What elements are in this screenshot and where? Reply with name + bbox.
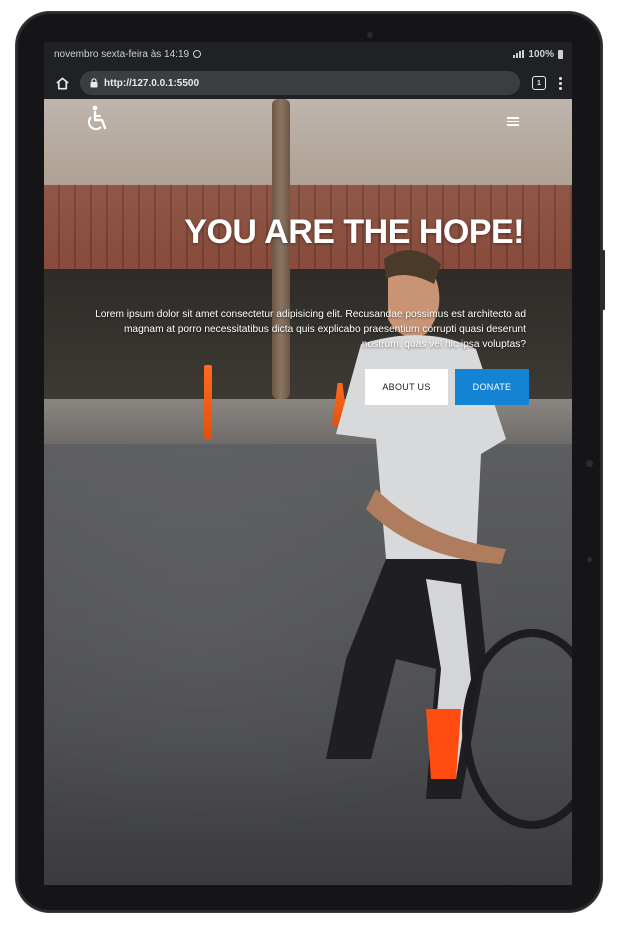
sensor-dot [586, 460, 593, 467]
front-camera [367, 32, 373, 38]
hero-title: YOU ARE THE HOPE! [184, 213, 524, 251]
menu-kebab-icon[interactable] [554, 76, 566, 90]
screen: novembro sexta-feira às 14:19 100% http:… [44, 42, 572, 885]
browser-toolbar: http://127.0.0.1:5500 1 [44, 66, 572, 100]
url-text: http://127.0.0.1:5500 [104, 77, 200, 89]
traffic-pole [204, 365, 212, 439]
volume-button [602, 250, 605, 310]
hero-paragraph: Lorem ipsum dolor sit amet consectetur a… [95, 309, 526, 350]
status-bar: novembro sexta-feira às 14:19 100% [44, 42, 572, 66]
hero-section: YOU ARE THE HOPE! Lorem ipsum dolor sit … [44, 99, 572, 885]
lock-icon [90, 78, 98, 88]
tabs-icon[interactable]: 1 [532, 76, 546, 90]
status-time: novembro sexta-feira às 14:19 [54, 48, 190, 60]
hamburger-icon[interactable] [507, 117, 519, 126]
signal-icon [513, 50, 525, 58]
address-bar[interactable]: http://127.0.0.1:5500 [80, 71, 520, 95]
sensor-dot [587, 557, 592, 562]
donate-button[interactable]: DONATE [455, 369, 529, 405]
battery-percent: 100% [528, 48, 554, 60]
battery-icon [558, 49, 563, 59]
home-icon[interactable] [52, 73, 72, 93]
notification-icon [193, 50, 202, 58]
about-us-button[interactable]: ABOUT US [365, 369, 448, 405]
wheelchair-icon[interactable] [84, 105, 110, 138]
